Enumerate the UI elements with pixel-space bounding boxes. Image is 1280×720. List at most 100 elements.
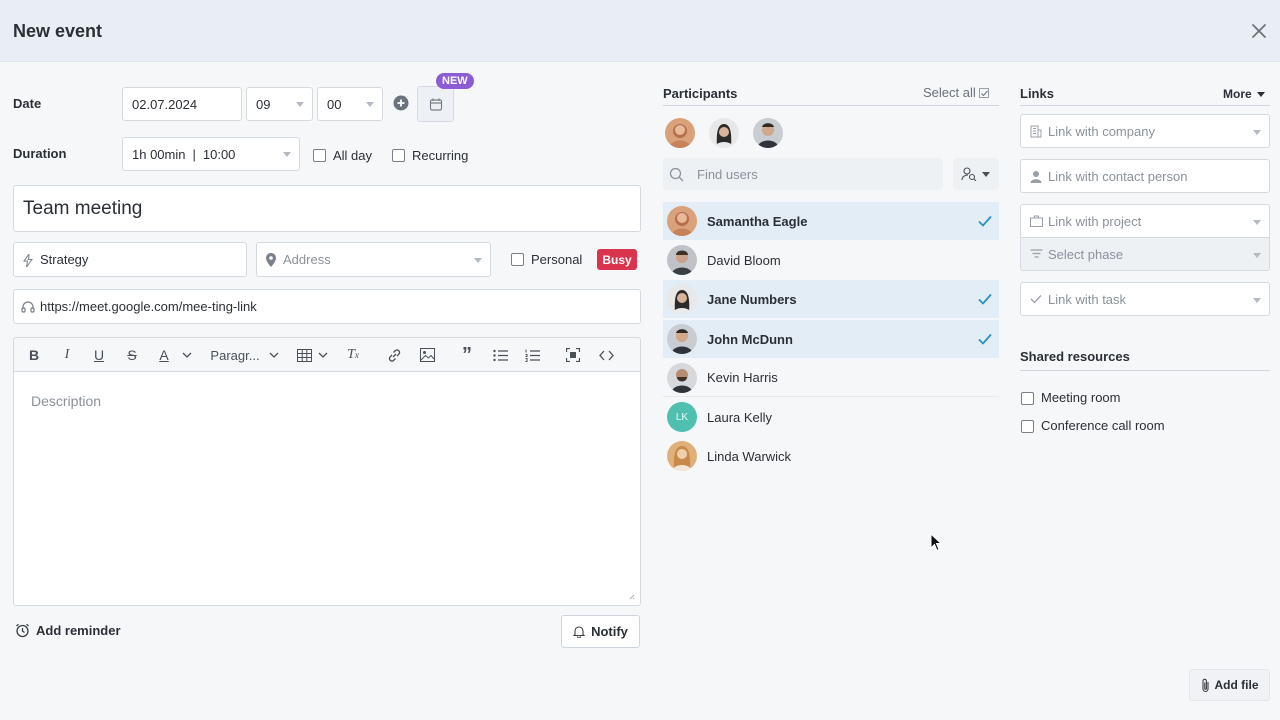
chevron-down-icon <box>1253 220 1261 225</box>
chevron-down-icon[interactable] <box>268 346 280 364</box>
fullscreen-icon[interactable] <box>565 346 581 364</box>
user-filter-button[interactable] <box>953 158 999 190</box>
meeting-link-input[interactable]: https://meet.google.com/mee-ting-link <box>13 289 641 324</box>
busy-toggle[interactable]: Busy <box>597 249 637 270</box>
link-company-placeholder: Link with company <box>1048 123 1155 139</box>
selected-avatar[interactable] <box>709 118 739 148</box>
dialog-header: New event <box>0 0 1280 62</box>
checkmark-icon <box>978 215 992 227</box>
strikethrough-icon[interactable]: S <box>124 346 140 364</box>
checkmark-icon <box>978 293 992 305</box>
personal-checkbox[interactable] <box>511 253 524 266</box>
participant-row[interactable]: Jane Numbers <box>663 280 999 318</box>
close-icon[interactable] <box>1248 20 1270 42</box>
duration-label: Duration <box>13 146 67 161</box>
participant-name: Linda Warwick <box>707 448 792 464</box>
clear-format-icon[interactable]: Tx <box>345 346 361 364</box>
link-task-select[interactable]: Link with task <box>1020 282 1270 316</box>
chevron-down-icon <box>474 257 482 263</box>
all-day-checkbox[interactable] <box>313 149 326 162</box>
bullet-list-icon[interactable] <box>492 346 508 364</box>
meeting-room-label: Meeting room <box>1041 390 1121 405</box>
table-icon[interactable] <box>296 346 312 364</box>
avatar <box>667 206 697 236</box>
schedule-assistant-button[interactable] <box>417 86 454 122</box>
add-file-button[interactable]: Add file <box>1189 669 1270 701</box>
participant-name: Laura Kelly <box>707 409 773 425</box>
hour-select[interactable]: 09 <box>246 87 313 121</box>
date-value: 02.07.2024 <box>132 96 198 112</box>
participant-row[interactable]: Kevin Harris <box>663 359 999 397</box>
quote-icon[interactable]: ” <box>459 344 475 366</box>
selected-avatar[interactable] <box>753 118 783 148</box>
participant-name: Kevin Harris <box>707 370 778 385</box>
link-project-select[interactable]: Link with project <box>1020 204 1270 238</box>
dialog-title: New event <box>13 21 103 41</box>
conference-room-checkbox[interactable] <box>1021 420 1034 433</box>
paperclip-icon <box>1201 678 1209 692</box>
avatar <box>667 363 697 393</box>
notify-button[interactable]: Notify <box>561 615 640 648</box>
user-search-icon <box>961 167 977 181</box>
select-phase-select[interactable]: Select phase <box>1020 237 1270 271</box>
duration-select[interactable]: 1h 00min | 10:00 <box>122 137 300 171</box>
numbered-list-icon[interactable] <box>524 346 540 364</box>
find-users-input[interactable]: Find users <box>663 158 943 190</box>
chevron-down-icon[interactable] <box>317 346 329 364</box>
link-contact-input[interactable]: Link with contact person <box>1020 159 1270 193</box>
source-code-icon[interactable] <box>598 346 614 364</box>
select-all-button[interactable]: Select all <box>923 85 989 100</box>
participant-row[interactable]: Linda Warwick <box>663 437 999 475</box>
minute-select[interactable]: 00 <box>317 87 383 121</box>
chevron-down-icon <box>1253 130 1261 135</box>
select-all-checkbox[interactable] <box>978 87 989 98</box>
avatar-initials: LK <box>667 402 697 432</box>
participant-row[interactable]: LK Laura Kelly <box>663 398 999 436</box>
participant-row[interactable]: Samantha Eagle <box>663 202 999 240</box>
recurring-checkbox[interactable] <box>392 149 405 162</box>
add-reminder-button[interactable]: Add reminder <box>15 623 121 638</box>
event-type-value: Strategy <box>40 252 89 267</box>
date-label: Date <box>13 96 42 111</box>
meeting-link-value: https://meet.google.com/mee-ting-link <box>40 299 257 314</box>
paragraph-select[interactable]: Paragr... <box>208 346 262 364</box>
more-button[interactable]: More <box>1223 87 1265 101</box>
find-users-placeholder: Find users <box>697 167 758 182</box>
chevron-down-icon[interactable] <box>181 346 193 364</box>
chevron-down-icon <box>283 152 291 157</box>
meeting-room-checkbox[interactable] <box>1021 392 1034 405</box>
date-input[interactable]: 02.07.2024 <box>122 87 242 121</box>
description-editor[interactable]: Description <box>13 371 641 606</box>
participants-divider <box>663 105 999 106</box>
link-company-select[interactable]: Link with company <box>1020 114 1270 148</box>
recurring-label: Recurring <box>412 148 469 163</box>
event-type-select[interactable]: Strategy <box>13 242 247 277</box>
editor-toolbar: B I U S A Paragr... Tx ” <box>13 337 641 372</box>
bold-icon[interactable]: B <box>26 346 42 364</box>
hour-value: 09 <box>256 96 271 112</box>
checkmark-icon <box>978 333 992 345</box>
link-icon[interactable] <box>386 346 402 364</box>
chevron-down-icon <box>366 102 374 107</box>
selected-avatar[interactable] <box>665 118 695 148</box>
participants-title: Participants <box>663 86 738 101</box>
text-color-icon[interactable]: A <box>156 346 172 364</box>
event-title-input[interactable]: Team meeting <box>13 185 641 232</box>
link-project-placeholder: Link with project <box>1048 213 1142 229</box>
participant-row[interactable]: David Bloom <box>663 241 999 279</box>
add-circle-icon[interactable] <box>393 95 409 111</box>
headset-icon <box>21 301 35 313</box>
avatar <box>667 284 697 314</box>
italic-icon[interactable]: I <box>59 346 75 364</box>
address-placeholder: Address <box>283 252 331 267</box>
underline-icon[interactable]: U <box>91 346 107 364</box>
conference-room-label: Conference call room <box>1041 418 1165 433</box>
participant-row[interactable]: John McDunn <box>663 320 999 358</box>
shared-divider <box>1020 370 1270 371</box>
image-icon[interactable] <box>419 346 435 364</box>
lightning-icon <box>23 254 33 267</box>
chevron-down-icon <box>1256 91 1265 97</box>
select-phase-placeholder: Select phase <box>1048 246 1124 262</box>
description-placeholder: Description <box>31 393 102 409</box>
address-input[interactable]: Address <box>256 242 491 277</box>
